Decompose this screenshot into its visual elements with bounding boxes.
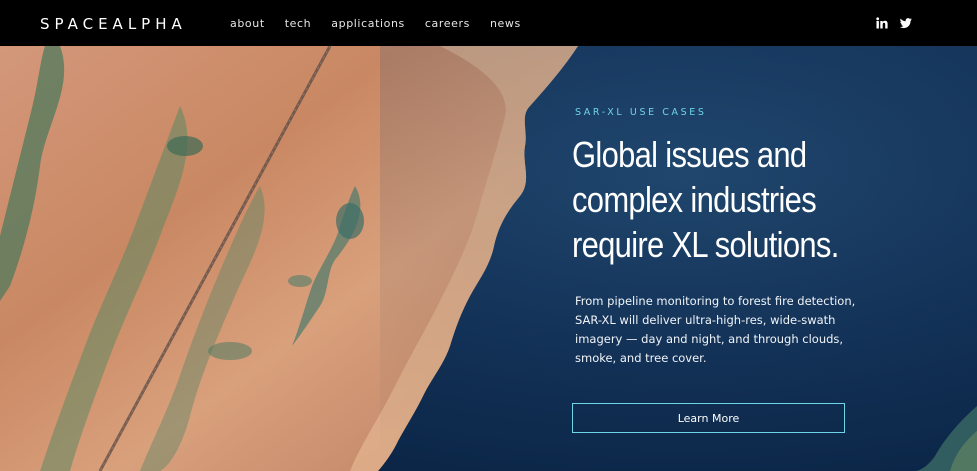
nav-item-tech[interactable]: tech — [285, 15, 312, 33]
nav-item-careers[interactable]: careers — [425, 15, 470, 33]
nav-item-news[interactable]: news — [490, 15, 521, 33]
nav-item-about[interactable]: about — [230, 15, 265, 33]
hero-section: SAR-XL USE CASES Global issues and compl… — [0, 46, 977, 471]
learn-more-button[interactable]: Learn More — [572, 403, 845, 433]
hero-body-text: From pipeline monitoring to forest fire … — [575, 294, 856, 365]
hero-headline: Global issues and complex industries req… — [572, 134, 839, 265]
social-links — [876, 17, 912, 29]
top-navigation-bar: SPACEALPHA about tech applications caree… — [0, 0, 977, 46]
nav-item-applications[interactable]: applications — [331, 15, 405, 33]
hero-eyebrow: SAR-XL USE CASES — [575, 107, 707, 118]
main-nav: about tech applications careers news — [230, 15, 541, 33]
linkedin-icon[interactable] — [876, 17, 888, 29]
twitter-icon[interactable] — [900, 17, 912, 29]
brand-logo[interactable]: SPACEALPHA — [40, 14, 187, 34]
